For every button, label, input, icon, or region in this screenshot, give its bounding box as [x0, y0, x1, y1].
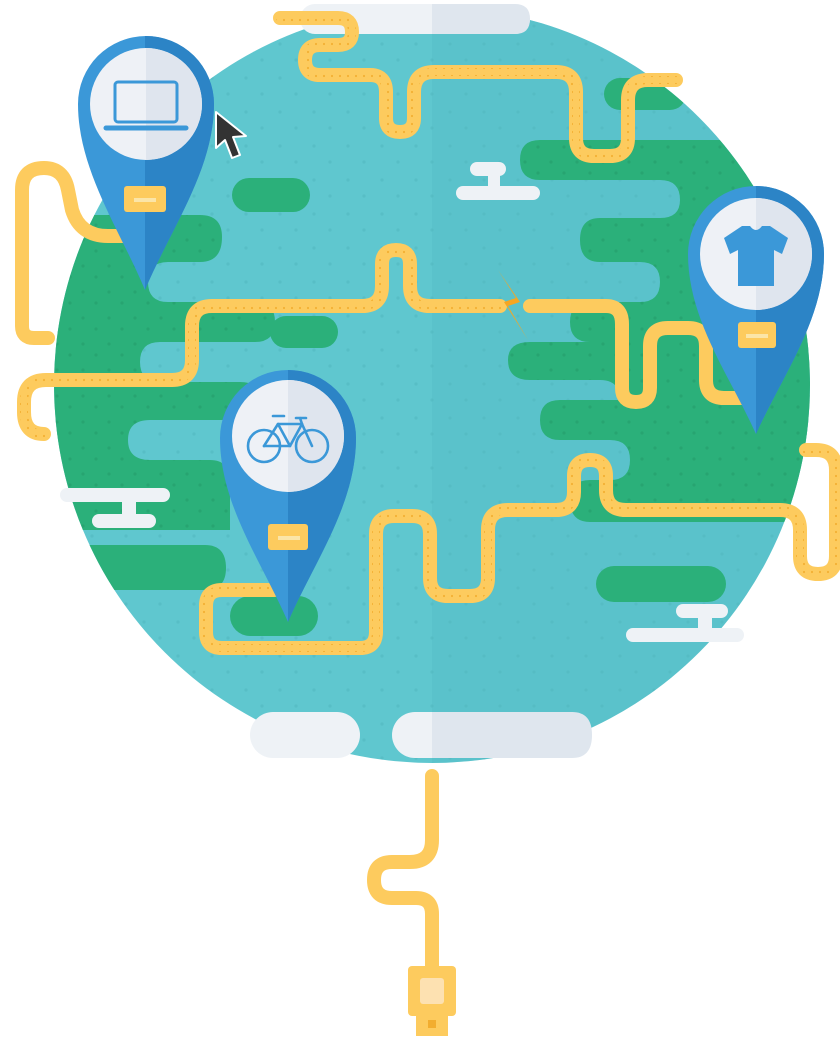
globe-illustration: [15, 4, 840, 1036]
usb-plug-icon: [408, 966, 456, 1036]
illustration-canvas: [0, 0, 840, 1046]
